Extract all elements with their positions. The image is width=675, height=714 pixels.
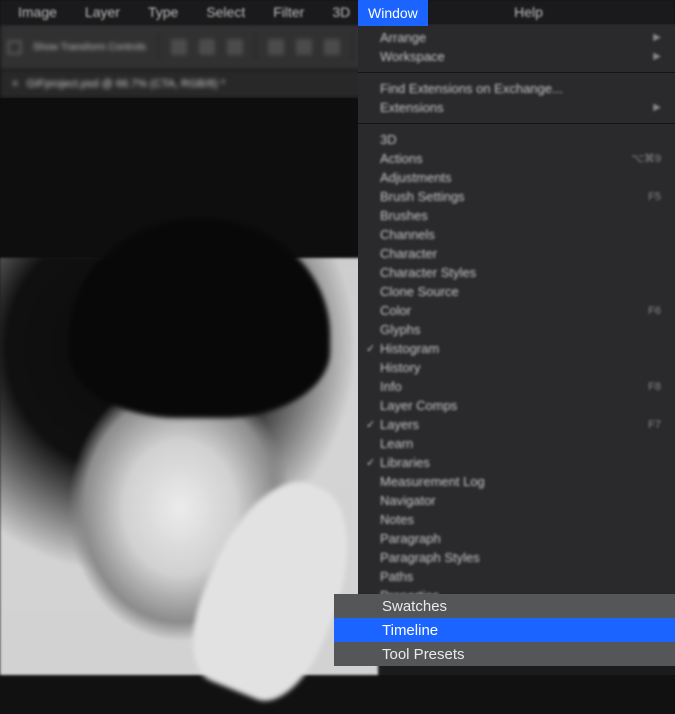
- menu-item-actions[interactable]: Actions⌥⌘9: [358, 149, 675, 168]
- menu-item-arrange[interactable]: Arrange▶: [358, 28, 675, 47]
- menu-item-layer-comps[interactable]: Layer Comps: [358, 396, 675, 415]
- menu-window[interactable]: Window: [358, 0, 428, 26]
- align-icon[interactable]: [171, 39, 187, 55]
- close-icon[interactable]: ×: [12, 78, 18, 90]
- window-menu-focus-strip: Swatches Timeline Tool Presets: [334, 594, 675, 666]
- menu-item-workspace[interactable]: Workspace▶: [358, 47, 675, 66]
- separator: [352, 33, 353, 61]
- menu-item-paragraph[interactable]: Paragraph: [358, 529, 675, 548]
- window-menu-dropdown: Arrange▶ Workspace▶ Find Extensions on E…: [358, 24, 675, 609]
- document-tab[interactable]: × GIFproject.psd @ 66.7% (CTA, RGB/8) *: [0, 78, 237, 90]
- menu-item-clone-source[interactable]: Clone Source: [358, 282, 675, 301]
- menu-item-character-styles[interactable]: Character Styles: [358, 263, 675, 282]
- distribute-icon[interactable]: [296, 39, 312, 55]
- menu-item-paragraph-styles[interactable]: Paragraph Styles: [358, 548, 675, 567]
- menu-image[interactable]: Image: [4, 0, 71, 24]
- chevron-right-icon: ▶: [653, 51, 661, 62]
- menu-layer[interactable]: Layer: [71, 0, 134, 24]
- show-transform-label: Show Transform Controls: [33, 42, 146, 53]
- menu-item-history[interactable]: History: [358, 358, 675, 377]
- menu-item-3d[interactable]: 3D: [358, 130, 675, 149]
- menu-item-swatches[interactable]: Swatches: [334, 594, 675, 618]
- menu-item-brush-settings[interactable]: Brush SettingsF5: [358, 187, 675, 206]
- menu-item-info[interactable]: InfoF8: [358, 377, 675, 396]
- menu-item-tool-presets[interactable]: Tool Presets: [334, 642, 675, 666]
- menu-item-character[interactable]: Character: [358, 244, 675, 263]
- menu-item-color[interactable]: ColorF6: [358, 301, 675, 320]
- chevron-right-icon: ▶: [653, 32, 661, 43]
- menu-item-histogram[interactable]: ✓Histogram: [358, 339, 675, 358]
- menu-item-measurement-log[interactable]: Measurement Log: [358, 472, 675, 491]
- checkmark-icon: ✓: [366, 456, 375, 469]
- menu-type[interactable]: Type: [134, 0, 192, 24]
- app-menubar: Image Layer Type Select Filter 3D View W…: [0, 0, 675, 24]
- separator: [158, 33, 159, 61]
- menu-help[interactable]: Help: [500, 0, 557, 24]
- document-image[interactable]: [0, 258, 378, 675]
- align-icon[interactable]: [227, 39, 243, 55]
- document-tab-title: GIFproject.psd @ 66.7% (CTA, RGB/8) *: [26, 78, 225, 90]
- menu-filter[interactable]: Filter: [259, 0, 318, 24]
- menu-separator: [358, 123, 675, 124]
- checkmark-icon: ✓: [366, 418, 375, 431]
- menu-item-layers[interactable]: ✓LayersF7: [358, 415, 675, 434]
- menu-item-notes[interactable]: Notes: [358, 510, 675, 529]
- menu-item-channels[interactable]: Channels: [358, 225, 675, 244]
- menu-item-paths[interactable]: Paths: [358, 567, 675, 586]
- image-content: [174, 462, 377, 714]
- menu-item-adjustments[interactable]: Adjustments: [358, 168, 675, 187]
- menu-item-learn[interactable]: Learn: [358, 434, 675, 453]
- align-icon[interactable]: [199, 39, 215, 55]
- menu-separator: [358, 72, 675, 73]
- show-transform-checkbox[interactable]: [8, 41, 21, 54]
- chevron-right-icon: ▶: [653, 102, 661, 113]
- menu-select[interactable]: Select: [192, 0, 259, 24]
- menu-item-find-extensions[interactable]: Find Extensions on Exchange...: [358, 79, 675, 98]
- separator: [255, 33, 256, 61]
- menu-item-glyphs[interactable]: Glyphs: [358, 320, 675, 339]
- distribute-icon[interactable]: [324, 39, 340, 55]
- menu-item-libraries[interactable]: ✓Libraries: [358, 453, 675, 472]
- menu-item-timeline[interactable]: Timeline: [334, 618, 675, 642]
- distribute-icon[interactable]: [268, 39, 284, 55]
- menu-item-brushes[interactable]: Brushes: [358, 206, 675, 225]
- menu-item-navigator[interactable]: Navigator: [358, 491, 675, 510]
- checkmark-icon: ✓: [366, 342, 375, 355]
- menu-item-extensions[interactable]: Extensions▶: [358, 98, 675, 117]
